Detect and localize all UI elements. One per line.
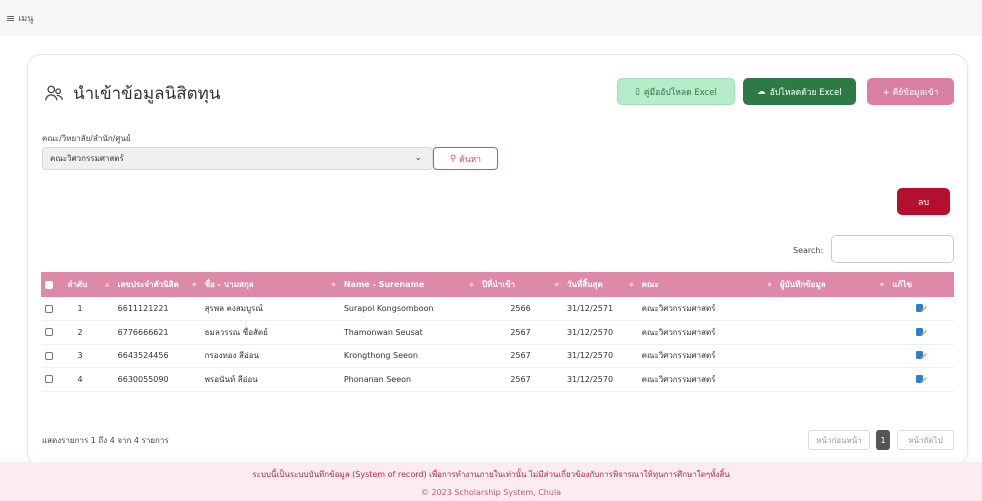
cell-student-id: 6611121221	[113, 297, 201, 321]
header-no[interactable]: ลำดับ ▲	[64, 272, 114, 297]
header-name-th[interactable]: ชื่อ - นามสกุล ◆	[201, 272, 340, 297]
cell-no: 3	[63, 344, 114, 368]
menu-label[interactable]: เมนู	[18, 11, 33, 25]
hamburger-icon[interactable]: ≡	[6, 12, 15, 25]
table-row: 2 6776666621 ธมลวรรณ ซื่อสัตย์ Thamonwan…	[41, 320, 954, 345]
search-icon: ⚲	[449, 153, 457, 164]
cell-name-en: Surapol Kongsomboon	[339, 297, 479, 321]
cell-year: 2567	[478, 320, 563, 345]
table-row: 1 6611121221 สุรพล คงสมบูรณ์ Surapol Kon…	[41, 297, 954, 321]
top-menu-bar: ≡ เมนู	[0, 0, 982, 36]
cell-name-th: สุรพล คงสมบูรณ์	[200, 297, 340, 321]
cell-recorder	[775, 297, 889, 321]
cell-end-date: 31/12/2570	[562, 320, 638, 345]
page-header: นำเข้าข้อมูลนิสิตทุน	[43, 80, 220, 107]
row-checkbox[interactable]	[41, 297, 64, 321]
header-year[interactable]: ปีที่นำเข้า ◆	[478, 272, 563, 297]
search-button[interactable]: ⚲ ค้นหา	[433, 147, 498, 170]
cell-name-th: กรองทอง สีอ่อน	[200, 344, 340, 368]
header-edit: แก้ไข	[892, 280, 912, 289]
cell-name-th: พรอนันท์ สีอ่อน	[200, 367, 340, 392]
page-title: นำเข้าข้อมูลนิสิตทุน	[73, 84, 221, 104]
cell-student-id: 6776666621	[113, 320, 201, 345]
chevron-down-icon: ⌄	[414, 153, 422, 163]
cell-end-date: 31/12/2571	[562, 297, 638, 321]
main-card: นำเข้าข้อมูลนิสิตทุน ▯ คู่มืออัปโหลด Exc…	[27, 54, 968, 466]
header-name-en[interactable]: Name - Surename ◆	[340, 272, 478, 297]
cell-faculty: คณะวิศวกรรมศาสตร์	[637, 297, 776, 321]
row-checkbox[interactable]	[41, 367, 64, 392]
cell-recorder	[775, 320, 889, 345]
cell-name-en: Krongthong Seeon	[339, 344, 479, 368]
cell-end-date: 31/12/2570	[562, 344, 638, 368]
cell-name-th: ธมลวรรณ ซื่อสัตย์	[200, 320, 340, 345]
cell-name-en: Phonanan Seeon	[339, 367, 479, 392]
users-icon	[45, 85, 63, 100]
cell-year: 2567	[478, 344, 563, 368]
header-faculty[interactable]: คณะ ◆	[638, 272, 776, 297]
footer-copyright: © 2023 Scholarship System, Chula	[420, 488, 562, 497]
edit-icon[interactable]	[888, 320, 954, 345]
pagination-page-1[interactable]: 1	[876, 430, 890, 450]
select-all-checkbox[interactable]	[41, 272, 64, 297]
document-icon: ▯	[635, 86, 640, 97]
cell-student-id: 6643524456	[113, 344, 201, 368]
header-student-id[interactable]: เลขประจำตัวนิสิต ◆	[114, 272, 201, 297]
cell-year: 2566	[478, 297, 563, 321]
faculty-filter-label: คณะ/วิทยาลัย/สำนัก/ศูนย์	[42, 134, 131, 143]
table-search-label: Search:	[793, 246, 824, 255]
cell-year: 2567	[478, 367, 563, 392]
footer-disclaimer: ระบบนี้เป็นระบบบันทึกข้อมูล (System of r…	[252, 470, 730, 479]
row-checkbox[interactable]	[41, 320, 64, 345]
edit-icon[interactable]	[888, 367, 954, 392]
footer: ระบบนี้เป็นระบบบันทึกข้อมูล (System of r…	[0, 462, 982, 501]
cell-no: 2	[63, 320, 114, 345]
cell-student-id: 6630055090	[113, 367, 201, 392]
faculty-select[interactable]: คณะวิศวกรรมศาสตร์ ⌄	[42, 147, 433, 170]
cell-recorder	[775, 344, 889, 368]
header-end-date[interactable]: วันที่สิ้นสุด ◆	[563, 272, 638, 297]
row-checkbox[interactable]	[41, 344, 64, 368]
header-recorder[interactable]: ผู้บันทึกข้อมูล ◆	[776, 272, 889, 297]
table-row: 3 6643524456 กรองทอง สีอ่อน Krongthong S…	[41, 344, 954, 368]
cell-faculty: คณะวิศวกรรมศาสตร์	[637, 320, 776, 345]
cell-faculty: คณะวิศวกรรมศาสตร์	[637, 344, 776, 368]
delete-button[interactable]: ลบ	[897, 188, 950, 215]
pagination-next[interactable]: หน้าถัดไป	[897, 430, 954, 450]
table-row: 4 6630055090 พรอนันท์ สีอ่อน Phonanan Se…	[41, 367, 954, 392]
cell-end-date: 31/12/2570	[562, 367, 638, 392]
cell-no: 4	[63, 367, 114, 392]
edit-icon[interactable]	[888, 344, 954, 368]
cloud-upload-icon: ☁	[757, 86, 766, 97]
cell-faculty: คณะวิศวกรรมศาสตร์	[637, 367, 776, 392]
upload-excel-button[interactable]: ☁ อัปโหลดด้วย Excel	[743, 78, 856, 105]
table-info: แสดงรายการ 1 ถึง 4 จาก 4 รายการ	[42, 436, 169, 445]
edit-icon[interactable]	[888, 297, 954, 321]
students-table: ลำดับ ▲ เลขประจำตัวนิสิต ◆ ชื่อ - นามสกุล ◆…	[41, 272, 954, 392]
pagination-prev[interactable]: หน้าก่อนหน้า	[808, 430, 870, 450]
add-record-button[interactable]: + คีย์ข้อมูลเข้า	[867, 78, 954, 105]
cell-recorder	[775, 367, 889, 392]
excel-manual-button[interactable]: ▯ คู่มืออัปโหลด Excel	[617, 78, 735, 105]
cell-no: 1	[63, 297, 114, 321]
cell-name-en: Thamonwan Seusat	[339, 320, 479, 345]
table-search-input[interactable]	[831, 235, 954, 263]
table-header-row: ลำดับ ▲ เลขประจำตัวนิสิต ◆ ชื่อ - นามสกุล ◆…	[41, 272, 954, 297]
